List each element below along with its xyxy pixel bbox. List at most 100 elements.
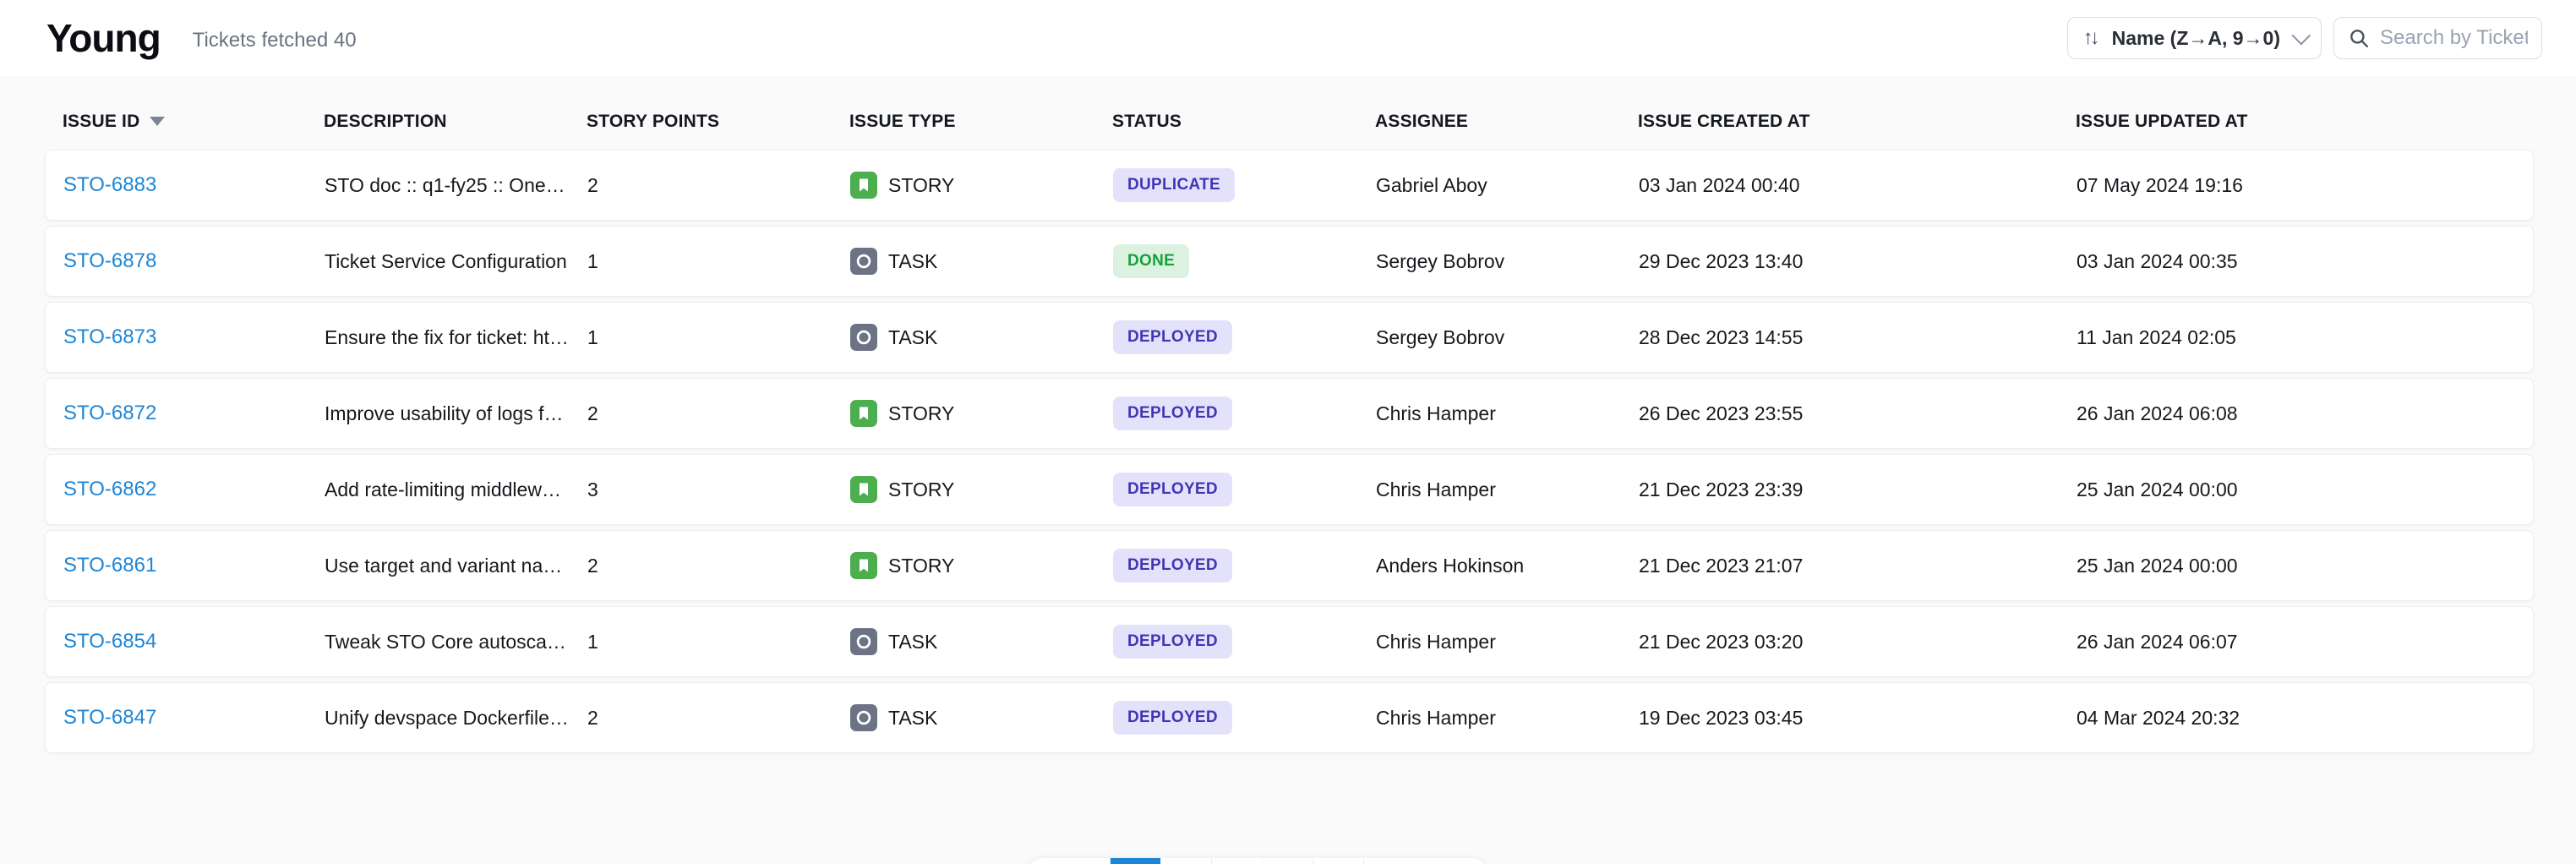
issue-id-link[interactable]: STO-6861 [63,554,156,577]
assignee: Chris Hamper [1376,631,1639,653]
issue-type: STORY [850,476,1113,503]
table-surface: ISSUE ID DESCRIPTION STORY POINTS ISSUE … [0,76,2576,864]
issue-id-link[interactable]: STO-6878 [63,249,156,272]
status-badge: DONE [1113,244,1189,278]
story-type-icon [850,400,877,427]
column-header-issue-updated-at: ISSUE UPDATED AT [2076,112,2559,132]
status-badge: DEPLOYED [1113,549,1232,582]
table-row: STO-6883 STO doc :: q1-fy25 :: One-click… [45,150,2534,221]
issue-created-at: 21 Dec 2023 03:20 [1639,631,2077,653]
issue-description: Tweak STO Core autoscaling par... [325,631,587,653]
issue-updated-at: 04 Mar 2024 20:32 [2077,707,2524,730]
top-bar: Young Tickets fetched 40 ↑↓ Name (Z→A, 9… [0,0,2576,76]
issue-created-at: 03 Jan 2024 00:40 [1639,174,2077,197]
column-header-story-points: STORY POINTS [587,112,849,132]
table-row: STO-6847 Unify devspace Dockerfile build… [45,682,2534,753]
table-row: STO-6854 Tweak STO Core autoscaling par.… [45,606,2534,677]
page-button-4[interactable]: 4 [1262,858,1313,864]
assignee: Sergey Bobrov [1376,250,1639,273]
issue-updated-at: 03 Jan 2024 00:35 [2077,250,2524,273]
issue-id-link[interactable]: STO-6873 [63,325,156,348]
status-badge: DUPLICATE [1113,168,1235,202]
circle-icon [854,252,873,271]
assignee: Chris Hamper [1376,707,1639,730]
page-title: Young [46,15,161,61]
task-type-icon [850,628,877,655]
table-row: STO-6861 Use target and variant name sea… [45,530,2534,601]
issue-created-at: 29 Dec 2023 13:40 [1639,250,2077,273]
page-button-2[interactable]: 2 [1160,858,1211,864]
assignee: Sergey Bobrov [1376,326,1639,349]
tickets-fetched-count: Tickets fetched 40 [193,24,357,52]
issue-type: TASK [850,628,1113,655]
sort-dropdown[interactable]: ↑↓ Name (Z→A, 9→0) [2067,17,2322,59]
chevron-down-icon [2292,26,2311,46]
issue-updated-at: 25 Jan 2024 00:00 [2077,555,2524,577]
sort-arrows-icon: ↑↓ [2083,26,2100,50]
issue-created-at: 26 Dec 2023 23:55 [1639,402,2077,425]
page-button-3[interactable]: 3 [1211,858,1262,864]
story-type-icon [850,172,877,199]
search-box [2333,17,2542,59]
column-header-description: DESCRIPTION [324,112,587,132]
issue-created-at: 21 Dec 2023 21:07 [1639,555,2077,577]
issue-type: STORY [850,172,1113,199]
issue-description: Ticket Service Configuration [325,250,587,273]
sort-caret-icon [150,117,165,126]
assignee: Chris Hamper [1376,402,1639,425]
assignee: Anders Hokinson [1376,555,1639,577]
table-header-row: ISSUE ID DESCRIPTION STORY POINTS ISSUE … [0,76,2576,150]
table-row: STO-6862 Add rate-limiting middleware to… [45,454,2534,525]
issue-id-link[interactable]: STO-6883 [63,173,156,196]
issue-type: TASK [850,704,1113,731]
task-type-icon [850,704,877,731]
story-points: 1 [587,250,850,273]
issue-updated-at: 07 May 2024 19:16 [2077,174,2524,197]
story-points: 2 [587,555,850,577]
issue-type: TASK [850,324,1113,351]
bookmark-icon [855,481,872,498]
prev-page-button[interactable]: ← Prev [1025,858,1110,864]
table-body: STO-6883 STO doc :: q1-fy25 :: One-click… [0,150,2576,753]
issue-description: Ensure the fix for ticket: https://h... [325,326,587,349]
issue-updated-at: 25 Jan 2024 00:00 [2077,478,2524,501]
per-page-text: Showing 8 per page [2329,861,2517,864]
issue-id-link[interactable]: STO-6872 [63,402,156,424]
issue-created-at: 28 Dec 2023 14:55 [1639,326,2077,349]
story-type-icon [850,552,877,579]
issue-updated-at: 11 Jan 2024 02:05 [2077,326,2524,349]
issue-description: Use target and variant name sear... [325,555,587,577]
story-type-icon [850,476,877,503]
issue-type: STORY [850,400,1113,427]
issue-updated-at: 26 Jan 2024 06:07 [2077,631,2524,653]
page-button-5[interactable]: 5 [1313,858,1363,864]
circle-icon [854,328,873,347]
issue-created-at: 19 Dec 2023 03:45 [1639,707,2077,730]
task-type-icon [850,248,877,275]
story-points: 1 [587,631,850,653]
issue-description: Improve usability of logs for failur... [325,402,587,425]
column-header-issue-id[interactable]: ISSUE ID [63,112,324,132]
status-badge: DEPLOYED [1113,701,1232,735]
task-type-icon [850,324,877,351]
table-row: STO-6878 Ticket Service Configuration 1 … [45,226,2534,297]
issue-updated-at: 26 Jan 2024 06:08 [2077,402,2524,425]
column-header-status: STATUS [1112,112,1375,132]
story-points: 2 [587,402,850,425]
story-points: 3 [587,478,850,501]
sort-dropdown-label: Name (Z→A, 9→0) [2112,27,2280,50]
story-points: 2 [587,174,850,197]
column-header-assignee: ASSIGNEE [1375,112,1638,132]
bookmark-icon [855,557,872,574]
table-row: STO-6873 Ensure the fix for ticket: http… [45,302,2534,373]
search-input[interactable] [2380,26,2528,50]
next-page-button[interactable]: Next → [1363,858,1490,864]
story-points: 1 [587,326,850,349]
issue-id-link[interactable]: STO-6854 [63,630,156,653]
pagination: ← Prev 12345Next → [1025,858,1490,864]
issue-id-link[interactable]: STO-6862 [63,478,156,500]
page-button-1[interactable]: 1 [1110,858,1160,864]
search-icon [2348,27,2370,49]
issue-id-link[interactable]: STO-6847 [63,706,156,729]
issue-type: TASK [850,248,1113,275]
